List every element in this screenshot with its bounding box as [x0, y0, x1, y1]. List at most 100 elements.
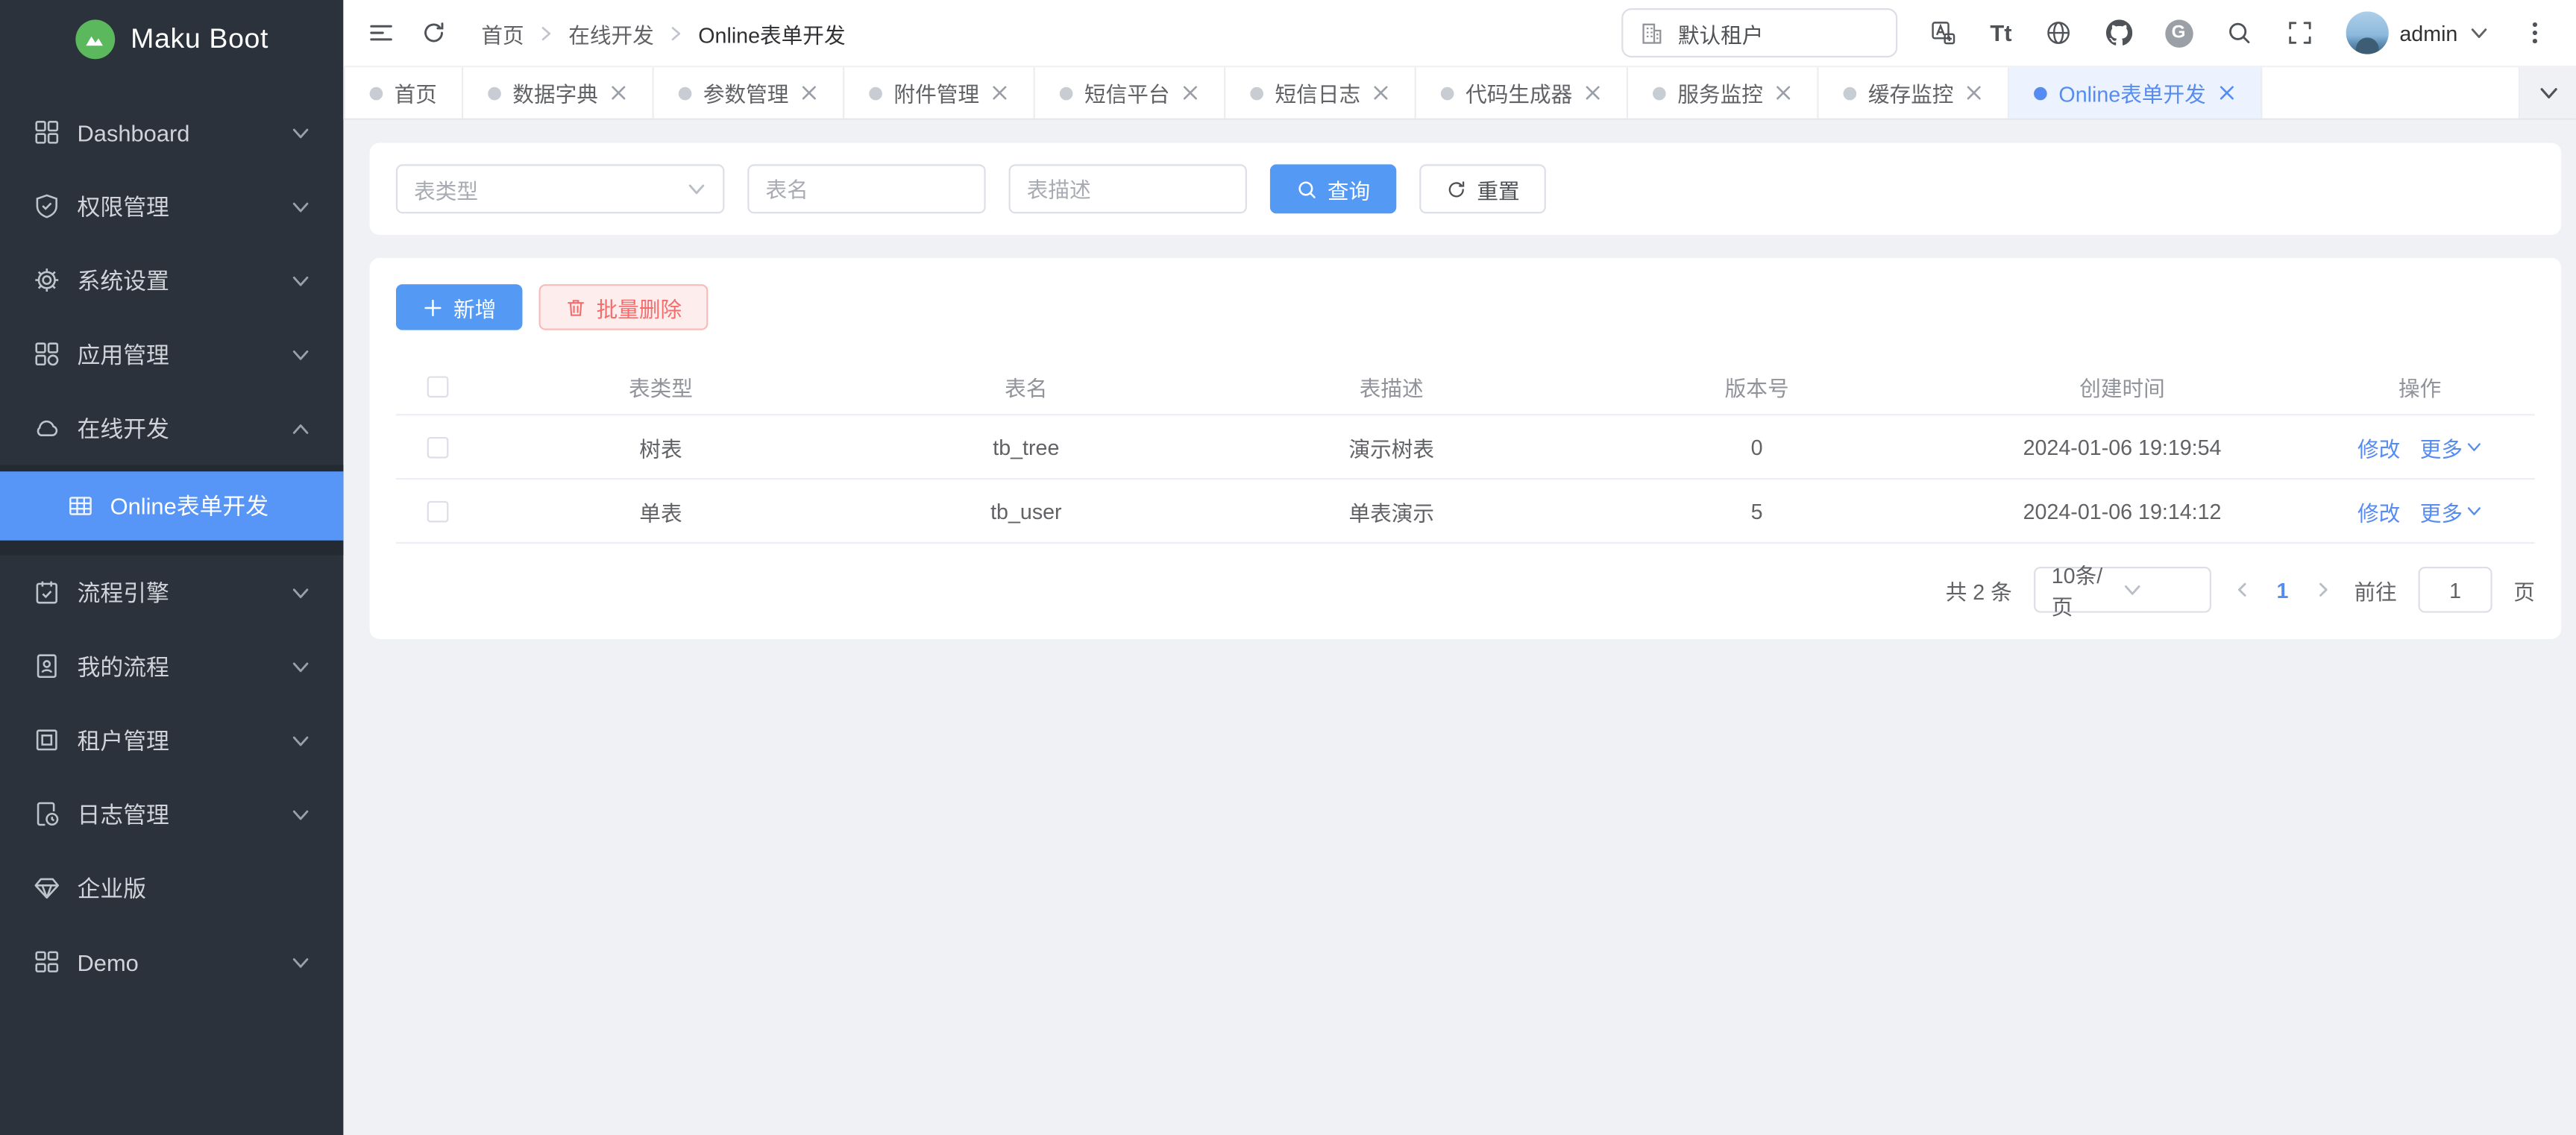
- table-desc-input[interactable]: [1009, 164, 1247, 213]
- close-icon[interactable]: [1181, 84, 1199, 101]
- search-button[interactable]: 查询: [1270, 164, 1397, 213]
- search-icon[interactable]: [2224, 18, 2254, 48]
- document-clock-icon: [33, 800, 60, 828]
- close-icon[interactable]: [609, 84, 627, 101]
- tab-dot: [679, 87, 692, 100]
- translate-icon[interactable]: [1929, 18, 1959, 48]
- github-icon[interactable]: [2104, 18, 2134, 48]
- close-icon[interactable]: [1774, 84, 1792, 101]
- cell-created: 2024-01-06 19:14:12: [1940, 499, 2305, 524]
- goto-page-input[interactable]: [2418, 567, 2492, 613]
- main-area: 首页 在线开发 Online表单开发 默认租户 Tt G: [343, 0, 2576, 1135]
- close-icon[interactable]: [1372, 84, 1390, 101]
- font-size-icon[interactable]: Tt: [1990, 22, 2011, 45]
- more-dots-icon[interactable]: [2520, 18, 2550, 48]
- table-card: 新增 批量删除 表类型 表名 表描述 版本号 创建时间: [370, 258, 2562, 639]
- chevron-down-icon: [291, 196, 310, 216]
- edit-link[interactable]: 修改: [2357, 495, 2400, 526]
- tabbar: 首页 数据字典 参数管理 附件管理 短信平台: [343, 67, 2576, 119]
- tab-sms-log[interactable]: 短信日志: [1225, 67, 1416, 118]
- more-link[interactable]: 更多: [2420, 431, 2483, 462]
- tab-dot: [370, 87, 383, 100]
- sidebar-item-log-management[interactable]: 日志管理: [0, 777, 343, 851]
- page-number-1[interactable]: 1: [2273, 577, 2292, 602]
- sidebar-item-label: 日志管理: [78, 797, 291, 830]
- cell-description: 演示树表: [1209, 431, 1574, 462]
- sidebar-item-dashboard[interactable]: Dashboard: [0, 95, 343, 169]
- topbar: 首页 在线开发 Online表单开发 默认租户 Tt G: [343, 0, 2576, 67]
- data-table: 表类型 表名 表描述 版本号 创建时间 操作 树表 tb_tree 演示树表 0…: [396, 359, 2535, 544]
- cell-version: 5: [1574, 499, 1940, 524]
- sidebar-item-system-settings[interactable]: 系统设置: [0, 243, 343, 317]
- table-header-row: 表类型 表名 表描述 版本号 创建时间 操作: [396, 359, 2535, 415]
- tab-code-generator[interactable]: 代码生成器: [1416, 67, 1628, 118]
- sidebar-item-enterprise[interactable]: 企业版: [0, 851, 343, 925]
- reset-button[interactable]: 重置: [1419, 164, 1546, 213]
- batch-delete-button[interactable]: 批量删除: [539, 284, 709, 330]
- avatar[interactable]: [2346, 11, 2388, 54]
- tab-sms-platform[interactable]: 短信平台: [1035, 67, 1226, 118]
- chevron-down-icon: [2466, 503, 2482, 519]
- tab-dot: [869, 87, 882, 100]
- tab-home[interactable]: 首页: [343, 67, 463, 118]
- tab-attachment[interactable]: 附件管理: [844, 67, 1035, 118]
- refresh-icon[interactable]: [419, 18, 449, 48]
- breadcrumb-online-dev[interactable]: 在线开发: [568, 17, 654, 48]
- sidebar-item-online-form-dev[interactable]: Online表单开发: [0, 471, 343, 541]
- sidebar-item-my-workflow[interactable]: 我的流程: [0, 629, 343, 703]
- more-link-label: 更多: [2420, 431, 2463, 462]
- tab-param-mgmt[interactable]: 参数管理: [654, 67, 845, 118]
- select-all-checkbox[interactable]: [427, 376, 448, 397]
- globe-icon[interactable]: [2043, 18, 2073, 48]
- table-type-select[interactable]: 表类型: [396, 164, 725, 213]
- close-icon[interactable]: [2217, 84, 2235, 101]
- breadcrumb-home[interactable]: 首页: [481, 17, 524, 48]
- dashboard-icon: [33, 119, 60, 146]
- gitee-icon[interactable]: G: [2164, 19, 2192, 46]
- fullscreen-icon[interactable]: [2284, 18, 2314, 48]
- chevron-down-icon: [291, 122, 310, 142]
- sidebar-item-permission[interactable]: 权限管理: [0, 169, 343, 243]
- prev-page-icon[interactable]: [2232, 580, 2252, 600]
- row-checkbox[interactable]: [427, 500, 448, 522]
- close-icon[interactable]: [1584, 84, 1602, 101]
- table-type-placeholder: 表类型: [414, 173, 687, 204]
- reset-button-label: 重置: [1477, 173, 1519, 204]
- sidebar-item-label: Online表单开发: [110, 489, 311, 522]
- tab-data-dict[interactable]: 数据字典: [463, 67, 654, 118]
- table-name-input[interactable]: [747, 164, 985, 213]
- sidebar-item-demo[interactable]: Demo: [0, 925, 343, 999]
- goto-label: 前往: [2354, 574, 2397, 606]
- more-link[interactable]: 更多: [2420, 495, 2483, 526]
- cell-name: tb_user: [844, 499, 1209, 524]
- user-menu[interactable]: admin: [2346, 11, 2489, 54]
- sidebar-item-online-dev[interactable]: 在线开发: [0, 391, 343, 465]
- next-page-icon[interactable]: [2313, 580, 2332, 600]
- close-icon[interactable]: [990, 84, 1008, 101]
- tab-service-monitor[interactable]: 服务监控: [1628, 67, 1819, 118]
- sidebar-item-workflow-engine[interactable]: 流程引擎: [0, 556, 343, 629]
- cell-type: 树表: [478, 431, 844, 462]
- tab-online-form-dev[interactable]: Online表单开发: [2009, 67, 2261, 118]
- diamond-icon: [33, 874, 60, 902]
- edit-link[interactable]: 修改: [2357, 431, 2400, 462]
- sidebar-item-app-management[interactable]: 应用管理: [0, 317, 343, 391]
- chevron-down-icon: [291, 582, 310, 602]
- page-size-select[interactable]: 10条/页: [2033, 567, 2211, 613]
- sidebar-item-label: Demo: [78, 949, 291, 975]
- chevron-down-icon: [2469, 23, 2489, 43]
- chevron-down-icon: [2466, 438, 2482, 455]
- add-button-label: 新增: [453, 292, 496, 323]
- tenant-select[interactable]: 默认租户: [1622, 8, 1898, 57]
- table-row: 单表 tb_user 单表演示 5 2024-01-06 19:14:12 修改…: [396, 480, 2535, 544]
- sidebar-item-tenant-management[interactable]: 租户管理: [0, 703, 343, 777]
- close-icon[interactable]: [1965, 84, 1983, 101]
- add-button[interactable]: 新增: [396, 284, 523, 330]
- tabs-dropdown-button[interactable]: [2520, 67, 2576, 118]
- sidebar-fold-icon[interactable]: [366, 18, 396, 48]
- row-checkbox[interactable]: [427, 436, 448, 458]
- tab-cache-monitor[interactable]: 缓存监控: [1819, 67, 2010, 118]
- tab-label: 短信日志: [1275, 78, 1361, 109]
- close-icon[interactable]: [800, 84, 818, 101]
- tab-dot: [1844, 87, 1857, 100]
